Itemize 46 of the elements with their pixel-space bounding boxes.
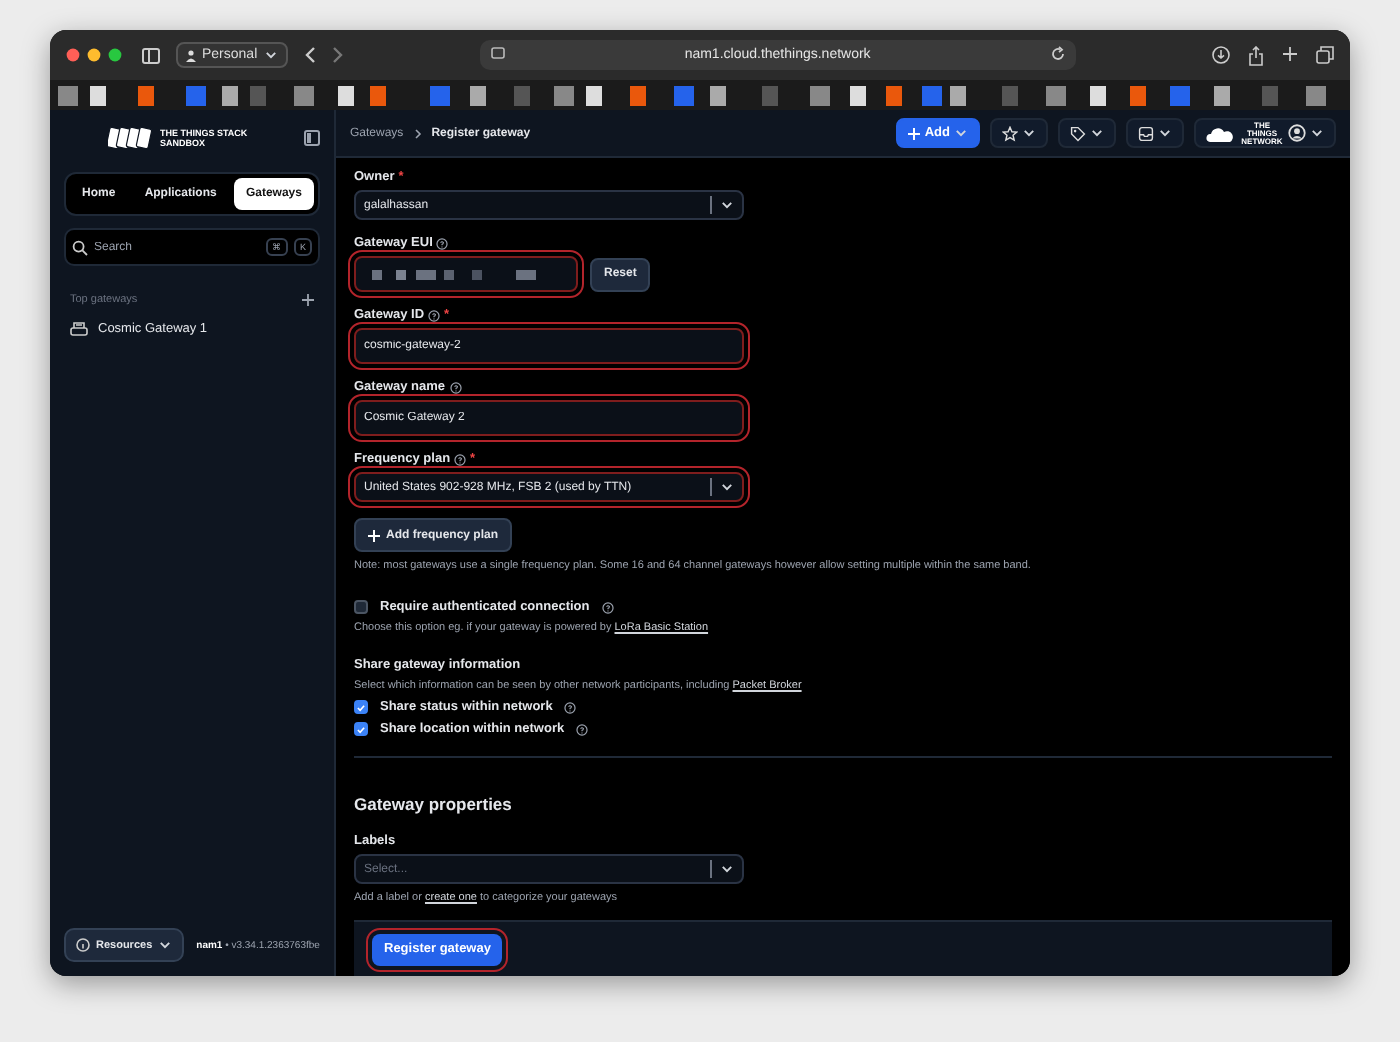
tag-icon <box>1070 125 1086 141</box>
help-icon <box>601 601 614 613</box>
tag-button[interactable] <box>1058 118 1116 148</box>
chevron-right-icon <box>413 127 422 139</box>
tabs-overview-icon[interactable] <box>1316 45 1334 63</box>
sidebar-icon[interactable] <box>142 47 160 63</box>
new-tab-icon[interactable] <box>1282 45 1298 61</box>
plus-icon <box>368 529 380 541</box>
star-icon <box>1002 125 1018 141</box>
checkbox[interactable] <box>354 700 368 714</box>
back-icon[interactable] <box>303 46 316 64</box>
share-icon[interactable] <box>1248 45 1264 65</box>
avatar-icon <box>1288 124 1306 142</box>
bookmarks-button[interactable] <box>990 118 1048 148</box>
chevron-down-icon <box>1158 126 1172 140</box>
search-icon <box>72 239 88 255</box>
chevron-down-icon <box>1022 126 1036 140</box>
collapse-sidebar-icon[interactable] <box>304 130 320 146</box>
section-heading: Gateway properties <box>354 794 514 814</box>
chevron-down-icon <box>954 126 968 140</box>
download-icon[interactable] <box>1212 45 1230 63</box>
inbox-button[interactable] <box>1126 118 1184 148</box>
window-controls-icon[interactable] <box>66 48 126 62</box>
cards-logo-icon <box>108 126 152 150</box>
masked-eui-field[interactable] <box>354 256 578 292</box>
chevron-down-icon <box>720 862 734 876</box>
checkbox[interactable] <box>354 600 368 614</box>
chevron-down-icon <box>720 198 734 212</box>
forward-icon[interactable] <box>331 46 344 64</box>
inbox-icon <box>1138 125 1154 141</box>
page-icon <box>489 46 506 62</box>
chevron-down-icon <box>720 480 734 494</box>
info-icon <box>76 938 90 952</box>
reload-icon[interactable] <box>1050 46 1066 62</box>
plus-icon <box>908 127 921 139</box>
chevron-down-icon <box>263 48 278 62</box>
chevron-down-icon <box>1310 126 1324 140</box>
add-icon[interactable] <box>302 294 314 306</box>
gateway-icon <box>70 320 88 336</box>
checkbox[interactable] <box>354 722 368 736</box>
person-icon <box>186 49 196 61</box>
help-icon <box>576 723 589 735</box>
cloud-logo-icon <box>1206 125 1234 141</box>
chevron-down-icon <box>158 938 173 952</box>
chevron-down-icon <box>1090 126 1104 140</box>
help-icon <box>564 701 577 713</box>
